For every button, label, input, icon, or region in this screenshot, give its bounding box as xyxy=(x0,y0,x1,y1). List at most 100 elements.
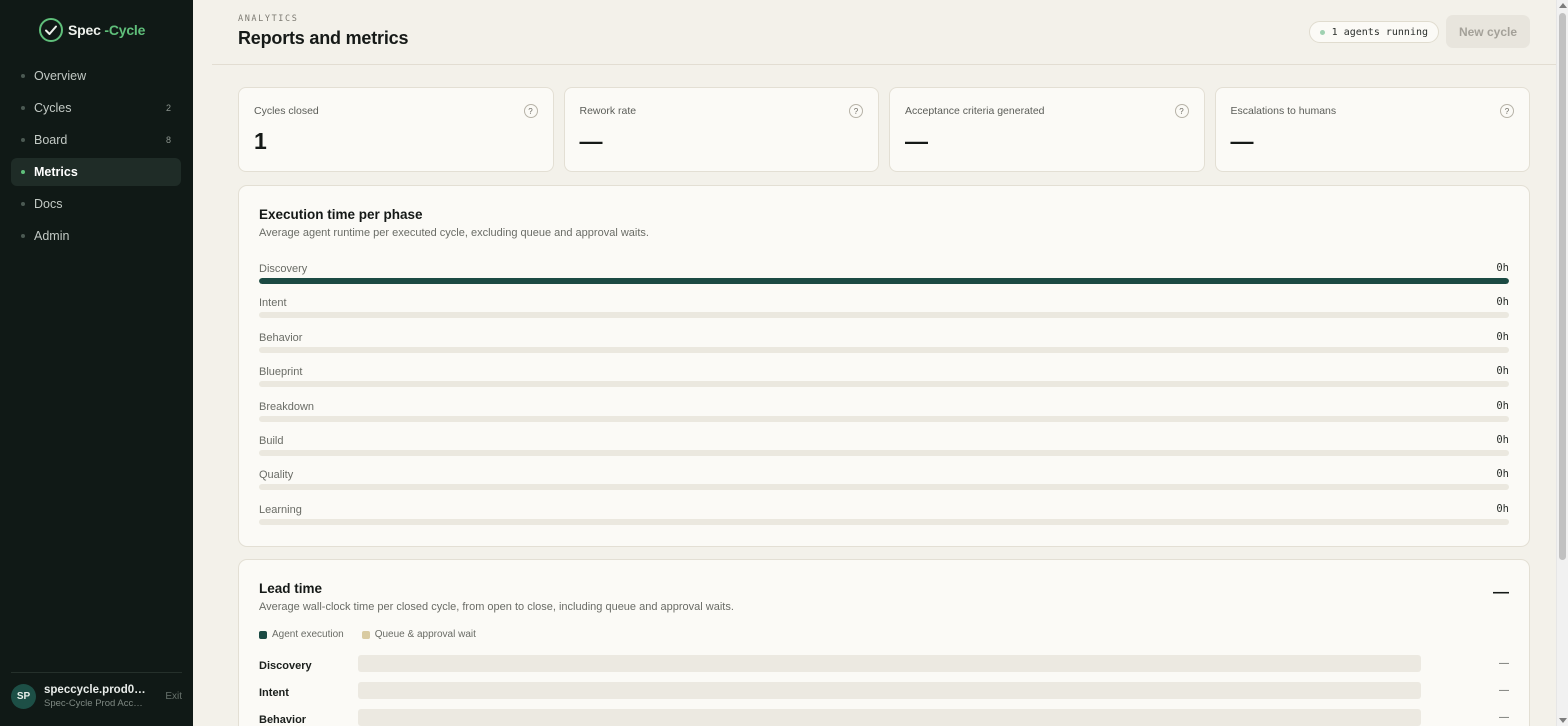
lead-bar-track xyxy=(358,682,1421,699)
user-account: Spec-Cycle Prod Accou… xyxy=(44,698,148,709)
lead-row: Intent — xyxy=(259,682,1509,709)
bullet-icon xyxy=(21,170,25,174)
legend-swatch xyxy=(259,630,267,639)
lead-bar-track xyxy=(358,709,1421,726)
help-icon[interactable]: ? xyxy=(1500,104,1514,118)
exit-button[interactable]: Exit xyxy=(165,691,182,702)
phase-name: Learning xyxy=(259,503,302,516)
sidebar-item-admin[interactable]: Admin xyxy=(11,222,181,250)
kpi-label: Rework rate xyxy=(579,105,637,117)
phase-value: 0h xyxy=(1496,468,1509,481)
legend-item-queue: Queue & approval wait xyxy=(361,629,476,640)
sidebar-item-label: Board xyxy=(34,133,68,147)
kpi-card-acceptance-criteria: Acceptance criteria generated ? — xyxy=(889,87,1205,172)
sidebar-item-label: Cycles xyxy=(34,101,72,115)
phase-value: 0h xyxy=(1496,433,1509,446)
kpi-value: — xyxy=(579,128,603,154)
lead-row-value: — xyxy=(1499,712,1509,723)
scroll-down-icon[interactable] xyxy=(1559,718,1567,723)
page-scrollbar[interactable] xyxy=(1556,0,1568,726)
help-icon[interactable]: ? xyxy=(849,104,863,118)
phase-row: Breakdown 0h xyxy=(259,399,1509,433)
bullet-icon xyxy=(21,106,25,110)
scroll-thumb[interactable] xyxy=(1559,13,1566,560)
phase-list: Discovery 0h Intent 0h Behavior 0h Bluep… xyxy=(259,261,1509,536)
phase-name: Build xyxy=(259,434,284,447)
user-name: speccycle.prod01… xyxy=(44,684,148,696)
sidebar-item-label: Metrics xyxy=(34,165,78,179)
panel-subtitle: Average wall-clock time per closed cycle… xyxy=(259,601,734,613)
page-eyebrow: ANALYTICS xyxy=(238,14,299,24)
kpi-label: Escalations to humans xyxy=(1230,105,1337,117)
phase-name: Discovery xyxy=(259,263,308,275)
brand-name: Spec -Cycle xyxy=(68,22,146,38)
user-panel: SP speccycle.prod01… Spec-Cycle Prod Acc… xyxy=(11,672,182,709)
sidebar-item-count: 2 xyxy=(165,103,171,113)
new-cycle-button[interactable]: New cycle xyxy=(1446,15,1530,48)
phase-row: Quality 0h xyxy=(259,467,1509,501)
kpi-value: — xyxy=(1230,128,1254,154)
chart-legend: Agent execution Queue & approval wait xyxy=(259,629,476,640)
sidebar-item-label: Docs xyxy=(34,197,63,211)
phase-bar-track xyxy=(259,278,1509,284)
bullet-icon xyxy=(21,234,25,238)
phase-row: Discovery 0h xyxy=(259,261,1509,295)
kpi-card-cycles-closed: Cycles closed ? 1 xyxy=(238,87,554,172)
legend-label: Agent execution xyxy=(272,629,344,640)
phase-name: Quality xyxy=(259,469,294,482)
avatar[interactable]: SP xyxy=(11,684,36,709)
agents-status-text: 1 agents running xyxy=(1331,26,1428,38)
bullet-icon xyxy=(21,202,25,206)
phase-row: Learning 0h xyxy=(259,502,1509,536)
phase-value: 0h xyxy=(1496,262,1509,274)
help-icon[interactable]: ? xyxy=(523,104,538,118)
lead-row-name: Intent xyxy=(259,687,289,699)
lead-row-value: — xyxy=(1499,685,1509,696)
sidebar-nav: Overview Cycles 2 Board 8 Metrics Docs A… xyxy=(11,62,181,254)
phase-row: Blueprint 0h xyxy=(259,364,1509,398)
phase-value: 0h xyxy=(1496,365,1509,378)
phase-row: Behavior 0h xyxy=(259,330,1509,364)
lead-time-rows: Discovery — Intent — Behavior — xyxy=(259,655,1509,726)
bullet-icon xyxy=(21,74,25,78)
agents-status-badge[interactable]: 1 agents running xyxy=(1308,21,1439,43)
kpi-cards: Cycles closed ? 1 Rework rate ? — Accept… xyxy=(238,87,1530,172)
user-info: speccycle.prod01… Spec-Cycle Prod Accou… xyxy=(44,684,148,709)
brand-logo[interactable]: Spec -Cycle xyxy=(38,17,145,43)
legend-label: Queue & approval wait xyxy=(374,629,476,640)
kpi-label: Acceptance criteria generated xyxy=(905,105,1045,117)
lead-row-value: — xyxy=(1499,658,1509,669)
sidebar-item-overview[interactable]: Overview xyxy=(11,62,181,90)
page-header: ANALYTICS Reports and metrics 1 agents r… xyxy=(212,0,1556,65)
kpi-value: 1 xyxy=(254,128,267,154)
phase-bar-track xyxy=(259,518,1509,525)
phase-value: 0h xyxy=(1496,502,1509,515)
phase-row: Intent 0h xyxy=(259,295,1509,329)
lead-time-total: — xyxy=(1493,584,1509,601)
phase-bar-track xyxy=(259,449,1509,456)
phase-bar-track xyxy=(259,484,1509,491)
phase-row: Build 0h xyxy=(259,433,1509,467)
kpi-value: — xyxy=(905,128,928,154)
help-icon[interactable]: ? xyxy=(1174,104,1189,118)
panel-title: Lead time xyxy=(259,581,323,596)
panel-title: Execution time per phase xyxy=(259,207,423,222)
phase-value: 0h xyxy=(1496,296,1509,309)
sidebar-item-docs[interactable]: Docs xyxy=(11,190,181,218)
phase-name: Behavior xyxy=(259,331,303,344)
sidebar-item-count: 8 xyxy=(165,135,171,145)
kpi-card-escalations: Escalations to humans ? — xyxy=(1214,87,1530,172)
phase-name: Intent xyxy=(259,297,287,310)
sidebar-item-cycles[interactable]: Cycles 2 xyxy=(11,94,181,122)
panel-subtitle: Average agent runtime per executed cycle… xyxy=(259,227,649,239)
sidebar-item-board[interactable]: Board 8 xyxy=(11,126,181,154)
phase-bar-track xyxy=(259,415,1509,422)
sidebar-item-metrics[interactable]: Metrics xyxy=(11,158,181,186)
scroll-up-icon[interactable] xyxy=(1559,3,1567,8)
check-circle-icon xyxy=(39,18,63,42)
sidebar-item-label: Overview xyxy=(34,69,87,83)
lead-row-name: Discovery xyxy=(259,660,312,672)
sidebar: Spec -Cycle Overview Cycles 2 Board 8 Me… xyxy=(0,0,193,726)
legend-item-agent: Agent execution xyxy=(259,629,344,640)
lead-time-panel: Lead time Average wall-clock time per cl… xyxy=(238,559,1530,726)
